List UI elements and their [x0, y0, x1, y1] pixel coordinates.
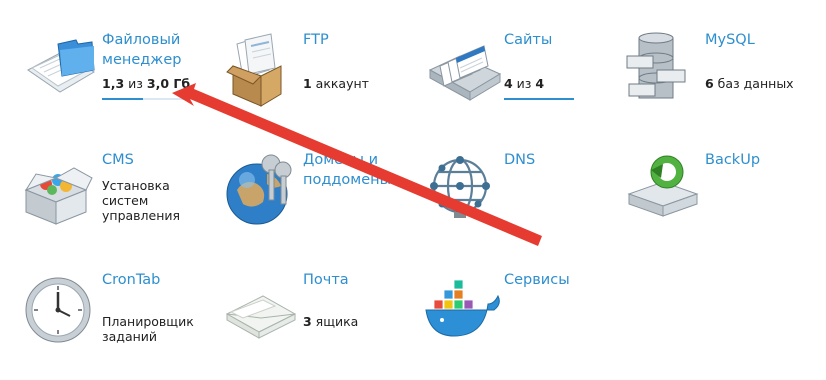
tile-title[interactable]: DNS [504, 150, 614, 170]
tile-file-manager[interactable]: Файловый менеджер 1,3 из 3,0 Гб [22, 30, 212, 140]
of-label: из [512, 76, 536, 91]
globe-keys-icon [223, 150, 301, 228]
db-count-value: 6 [705, 76, 714, 91]
cms-description: Установка систем управления [102, 178, 181, 223]
sites-progress-fill [504, 98, 574, 100]
envelope-icon [223, 270, 301, 348]
accounts-count: 1 [303, 76, 312, 91]
network-globe-icon [424, 150, 502, 228]
tile-title[interactable]: Почта [303, 270, 413, 290]
tile-title[interactable]: MySQL [705, 30, 815, 50]
tile-domains[interactable]: Домены и поддомены [223, 150, 413, 260]
sites-progress-bar [504, 98, 574, 100]
backup-drive-icon [625, 150, 703, 228]
clock-icon [22, 270, 100, 348]
mailbox-count-label: ящика [311, 314, 359, 329]
mailbox-count-value: 3 [303, 314, 312, 329]
storage-progress-fill [102, 98, 144, 100]
tile-sites[interactable]: Сайты 4 из 4 [424, 30, 614, 140]
tile-title[interactable]: Домены и поддомены [303, 150, 413, 190]
mailbox-count: 3 ящика [303, 314, 358, 329]
db-count-label: баз данных [713, 76, 794, 91]
tile-services[interactable]: Сервисы [424, 270, 614, 380]
ftp-accounts: 1 аккаунт [303, 76, 369, 91]
tile-title[interactable]: FTP [303, 30, 413, 50]
total-value: 4 [535, 76, 545, 91]
tile-crontab[interactable]: CronTab Планировщик заданий [22, 270, 212, 380]
tile-mail[interactable]: Почта 3 ящика [223, 270, 413, 380]
docker-whale-icon [424, 270, 502, 348]
cms-box-icon [22, 150, 100, 228]
ftp-box-icon [223, 30, 301, 108]
sites-usage: 4 из 4 [504, 76, 544, 91]
crontab-description: Планировщик заданий [102, 314, 194, 344]
database-icon [625, 30, 703, 108]
tile-title[interactable]: Сайты [504, 30, 614, 50]
tile-title[interactable]: Сервисы [504, 270, 614, 290]
storage-progress-bar [102, 98, 198, 100]
accounts-label: аккаунт [311, 76, 369, 91]
of-label: из [124, 76, 147, 91]
sites-pages-icon [424, 30, 502, 108]
tile-title[interactable]: Файловый менеджер [102, 30, 212, 70]
tile-title[interactable]: CronTab [102, 270, 212, 290]
used-value: 1,3 [102, 76, 125, 91]
tile-ftp[interactable]: FTP 1 аккаунт [223, 30, 413, 140]
folder-documents-icon [22, 30, 100, 108]
tile-backup[interactable]: BackUp [625, 150, 815, 260]
storage-usage: 1,3 из 3,0 Гб [102, 76, 190, 91]
db-count: 6 баз данных [705, 76, 794, 91]
used-value: 4 [504, 76, 513, 91]
tile-mysql[interactable]: MySQL 6 баз данных [625, 30, 815, 140]
tile-dns[interactable]: DNS [424, 150, 614, 260]
tile-cms[interactable]: CMS Установка систем управления [22, 150, 212, 260]
tile-title[interactable]: BackUp [705, 150, 815, 170]
tile-title[interactable]: CMS [102, 150, 212, 170]
total-value: 3,0 Гб [146, 76, 191, 91]
